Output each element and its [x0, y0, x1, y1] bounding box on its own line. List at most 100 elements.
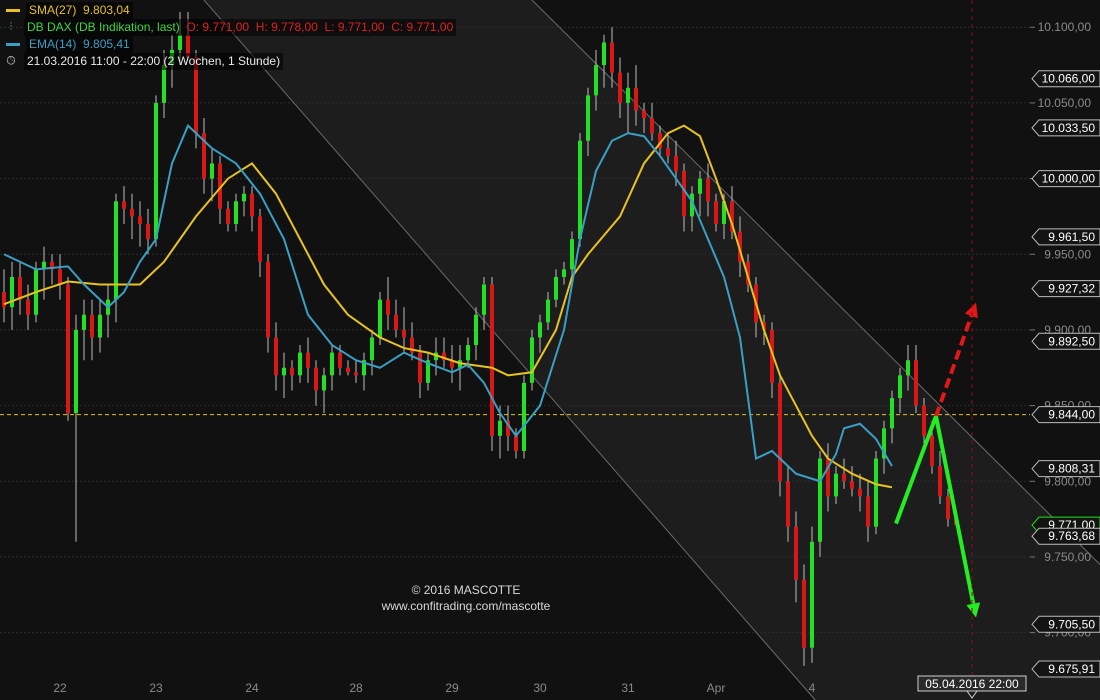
candle-body-71 [570, 239, 574, 270]
price-marker-label-6: 9.844,00 [1048, 408, 1095, 422]
candle-body-79 [634, 87, 638, 111]
candle-body-100 [802, 579, 806, 648]
candle-body-107 [858, 488, 862, 497]
price-tick-label-3: 9.950,00 [1044, 247, 1091, 261]
range-text: 21.03.2016 11:00 - 22:00 (2 Wochen, 1 St… [24, 53, 284, 70]
candle-body-17 [138, 216, 142, 224]
ema-label: EMA(14) [29, 37, 77, 51]
candle-body-44 [354, 372, 358, 376]
candle-body-78 [626, 87, 630, 103]
candle-body-50 [402, 329, 406, 338]
candle-body-35 [282, 367, 286, 376]
candle-body-98 [786, 481, 790, 527]
candle-body-117 [938, 466, 942, 497]
candle-body-30 [242, 193, 246, 202]
candle-body-62 [498, 420, 502, 436]
candle-body-58 [466, 345, 470, 361]
candle-body-2 [18, 276, 22, 300]
price-marker-label-1: 10.033,50 [1042, 121, 1096, 135]
candle-body-7 [58, 269, 62, 285]
candle-body-76 [610, 42, 614, 73]
watermark-copyright: © 2016 MASCOTTE [411, 583, 521, 597]
price-marker-label-5: 9.892,50 [1048, 334, 1095, 348]
price-marker-label-10: 9.705,50 [1048, 617, 1095, 631]
time-label-1: 23 [149, 681, 163, 695]
candle-body-46 [370, 337, 374, 361]
candle-body-29 [234, 201, 238, 224]
candle-body-102 [818, 458, 822, 542]
candle-body-80 [642, 110, 646, 119]
candle-body-15 [122, 201, 126, 209]
candle-body-70 [562, 269, 566, 277]
candle-body-36 [290, 367, 294, 376]
ema-swatch [6, 43, 20, 46]
time-label-4: 29 [445, 681, 459, 695]
candle-body-28 [226, 208, 230, 224]
candle-body-42 [338, 352, 342, 368]
candle-body-41 [330, 352, 334, 376]
candle-body-105 [842, 473, 846, 482]
candle-body-114 [914, 360, 918, 406]
candle-body-34 [274, 337, 278, 376]
candle-body-3 [26, 299, 30, 315]
candle-body-33 [266, 261, 270, 338]
candle-body-47 [378, 299, 382, 338]
price-marker-label-7: 9.808,31 [1048, 462, 1095, 476]
legend-instrument[interactable]: ⫶ DB DAX (DB Indikation, last) O: 9.771,… [0, 19, 457, 36]
instrument-label: DB DAX (DB Indikation, last) [27, 20, 180, 34]
candle-body-61 [490, 284, 494, 436]
candle-body-31 [250, 193, 254, 217]
candle-body-0 [2, 292, 6, 308]
candle-body-37 [298, 352, 302, 376]
price-marker-label-11: 9.675,91 [1048, 662, 1095, 676]
candlestick-icon: ⫶ [9, 21, 13, 33]
candle-body-104 [834, 473, 838, 497]
candle-body-64 [514, 435, 518, 451]
legend-sma[interactable]: SMA(27) 9.803,04 [0, 2, 456, 19]
candle-body-81 [650, 118, 654, 134]
candle-body-32 [258, 216, 262, 262]
sma-label: SMA(27) [29, 3, 77, 17]
sma-value: 9.803,04 [83, 3, 130, 17]
legend-range: 🕒︎ 21.03.2016 11:00 - 22:00 (2 Wochen, 1… [0, 53, 456, 70]
candle-body-48 [386, 299, 390, 315]
candle-body-60 [482, 284, 486, 315]
sma-swatch [6, 9, 20, 12]
candle-body-68 [546, 299, 550, 323]
time-label-0: 22 [53, 681, 67, 695]
candle-body-97 [778, 382, 782, 482]
candle-body-109 [874, 458, 878, 527]
candle-body-65 [522, 382, 526, 451]
candle-body-72 [578, 140, 582, 240]
price-tick-label-7: 9.750,00 [1044, 550, 1091, 564]
price-tick-label-1: 10.050,00 [1038, 96, 1092, 110]
candle-body-112 [898, 375, 902, 399]
price-marker-label-9: 9.763,68 [1048, 529, 1095, 543]
chart-legend: SMA(27) 9.803,04 ⫶ DB DAX (DB Indikation… [0, 2, 457, 70]
candle-body-87 [698, 178, 702, 194]
candle-body-59 [474, 314, 478, 346]
candle-body-108 [866, 496, 870, 527]
candle-body-99 [794, 526, 798, 580]
ema-value: 9.805,41 [83, 37, 130, 51]
candle-body-9 [74, 329, 78, 414]
candle-body-73 [586, 95, 590, 141]
candle-body-106 [850, 481, 854, 489]
candle-body-116 [930, 435, 934, 467]
legend-ema[interactable]: EMA(14) 9.805,41 [0, 36, 456, 53]
candle-body-89 [714, 201, 718, 224]
time-label-5: 30 [533, 681, 547, 695]
candle-body-75 [602, 42, 606, 66]
candle-body-69 [554, 276, 558, 300]
time-label-7: Apr [707, 681, 726, 695]
candle-body-74 [594, 65, 598, 96]
watermark-url: www.confitrading.com/mascotte [381, 599, 551, 613]
time-label-2: 24 [245, 681, 259, 695]
candle-body-115 [922, 405, 926, 436]
candle-body-8 [66, 284, 70, 414]
candle-body-10 [82, 314, 86, 330]
time-label-8: 4 [809, 681, 816, 695]
candle-body-20 [162, 65, 166, 103]
watermark: © 2016 MASCOTTE www.confitrading.com/mas… [366, 582, 566, 614]
candle-body-19 [154, 102, 158, 240]
